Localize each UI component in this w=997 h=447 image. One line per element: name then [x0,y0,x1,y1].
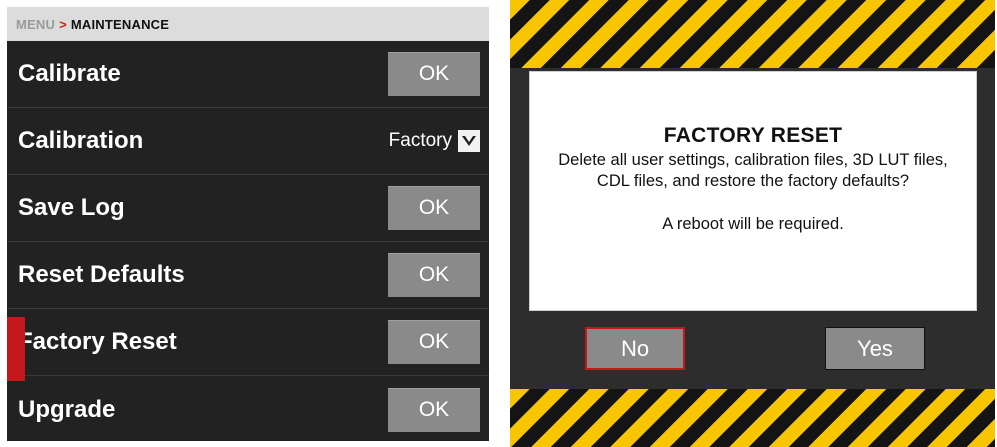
reset-defaults-ok-button[interactable]: OK [388,253,480,297]
yes-button[interactable]: Yes [825,327,925,370]
hazard-stripe-bottom [510,389,995,447]
calibrate-ok-button[interactable]: OK [388,52,480,96]
factory-reset-dialog: FACTORY RESET Delete all user settings, … [510,0,995,447]
message-box: FACTORY RESET Delete all user settings, … [529,71,977,311]
chevron-down-icon[interactable] [458,130,480,152]
breadcrumb-current: MAINTENANCE [70,16,170,32]
menu-row-calibration[interactable]: Calibration Factory [7,108,489,175]
menu-row-calibrate[interactable]: Calibrate OK [7,41,489,108]
menu-row-label: Factory Reset [18,328,177,355]
menu-row-label: Save Log [18,194,125,221]
calibration-dropdown[interactable]: Factory [389,130,480,152]
maintenance-menu: MENU > MAINTENANCE Calibrate OK Calibrat… [7,7,489,441]
hazard-stripe-top [510,0,995,68]
dialog-message: Delete all user settings, calibration fi… [558,151,948,190]
menu-row-factory-reset[interactable]: Factory Reset OK [7,309,489,381]
save-log-ok-button[interactable]: OK [388,186,480,230]
menu-row-save-log[interactable]: Save Log OK [7,175,489,242]
dialog-body: FACTORY RESET Delete all user settings, … [510,68,995,389]
menu-row-label: Upgrade [18,395,116,423]
calibration-dropdown-value: Factory [388,130,452,151]
menu-row-label: Calibrate [18,60,121,87]
factory-reset-ok-button[interactable]: OK [388,320,480,364]
breadcrumb-root[interactable]: MENU [16,17,55,32]
upgrade-ok-button[interactable]: OK [388,387,480,432]
dialog-title: FACTORY RESET [663,124,843,147]
breadcrumb-separator: > [59,16,67,32]
no-button[interactable]: No [585,327,685,370]
menu-row-label: Reset Defaults [18,261,185,288]
dialog-note: A reboot will be required. [662,215,844,233]
menu-row-label: Calibration [18,127,144,154]
menu-row-upgrade[interactable]: Upgrade OK [7,376,489,441]
selected-row-marker [7,317,25,381]
menu-row-reset-defaults[interactable]: Reset Defaults OK [7,242,489,309]
breadcrumb: MENU > MAINTENANCE [7,7,489,41]
